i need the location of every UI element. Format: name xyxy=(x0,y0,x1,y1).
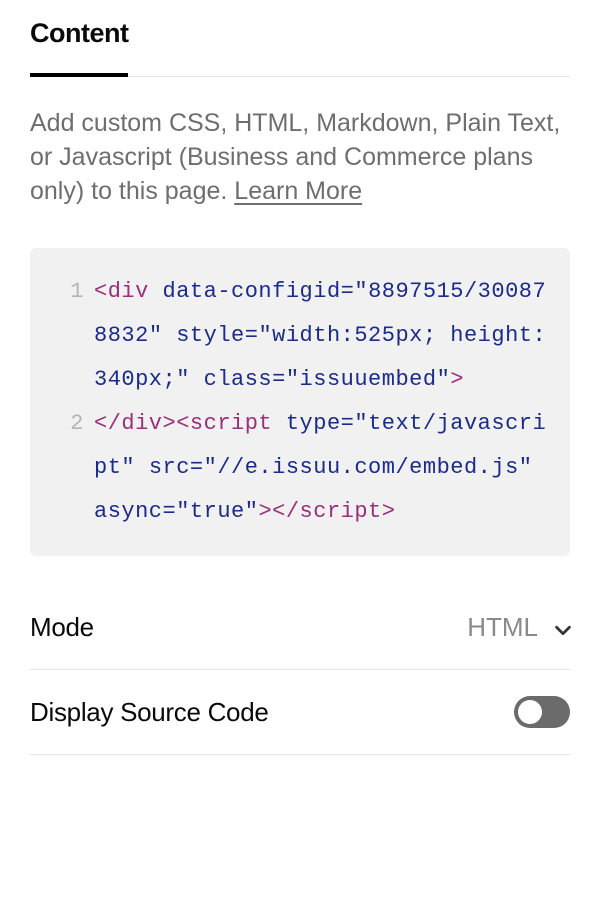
code-line-1: 1<div data-configid="8897515/300878832" … xyxy=(48,270,552,402)
mode-value-wrap: HTML xyxy=(467,612,570,643)
display-source-label: Display Source Code xyxy=(30,697,269,728)
learn-more-link[interactable]: Learn More xyxy=(234,177,362,205)
tab-bar: Content xyxy=(30,10,570,77)
code-line-2: 2</div><script type="text/javascript" sr… xyxy=(48,402,552,534)
attr-value: true xyxy=(190,499,245,524)
gutter-1: 1 xyxy=(68,270,94,314)
tag-open-div: <div xyxy=(94,279,149,304)
code-editor[interactable]: 1<div data-configid="8897515/300878832" … xyxy=(30,248,570,556)
tag-close-script: </script> xyxy=(272,499,395,524)
attr-name: style xyxy=(176,323,245,348)
mode-row[interactable]: Mode HTML xyxy=(30,586,570,670)
tab-content[interactable]: Content xyxy=(30,10,128,77)
attr-name: type xyxy=(286,411,341,436)
tag-close: > xyxy=(450,367,464,392)
toggle-knob xyxy=(518,700,542,724)
attr-name: src xyxy=(149,455,190,480)
mode-label: Mode xyxy=(30,612,94,643)
attr-value: //e.issuu.com/embed.js xyxy=(217,455,518,480)
attr-name: data-configid xyxy=(163,279,341,304)
display-source-toggle[interactable] xyxy=(514,696,570,728)
tag-close-div: </div> xyxy=(94,411,176,436)
gutter-2: 2 xyxy=(68,402,94,446)
mode-value: HTML xyxy=(467,612,538,643)
description-text: Add custom CSS, HTML, Markdown, Plain Te… xyxy=(30,107,570,208)
attr-name: class xyxy=(204,367,273,392)
attr-name: async xyxy=(94,499,163,524)
attr-value: issuuembed xyxy=(300,367,437,392)
chevron-down-icon xyxy=(552,619,570,637)
tag-open-script: <script xyxy=(176,411,272,436)
display-source-row: Display Source Code xyxy=(30,670,570,755)
